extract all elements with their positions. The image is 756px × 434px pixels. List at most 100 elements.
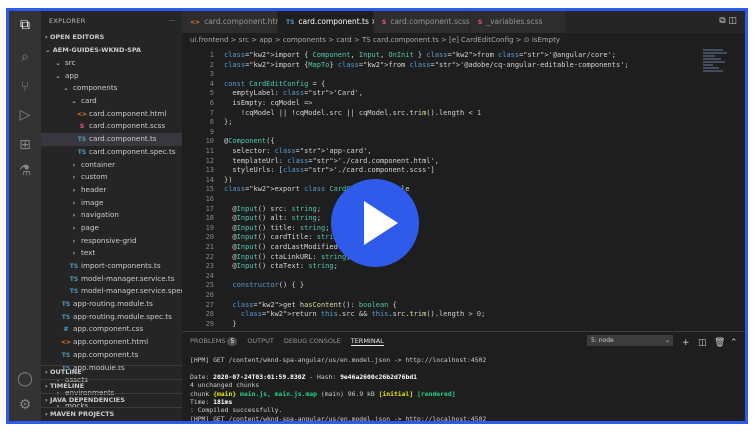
play-button[interactable] bbox=[331, 179, 419, 267]
tree-item[interactable]: TS model-manager.service.ts bbox=[41, 273, 182, 286]
line-number: 27 bbox=[205, 300, 214, 309]
sidebar-section-label: OUTLINE bbox=[49, 368, 82, 376]
tree-item-label: text bbox=[81, 248, 96, 258]
files-icon[interactable]: ⧉ bbox=[17, 17, 33, 33]
tree-item[interactable]: TS card.component.spec.ts bbox=[41, 146, 182, 159]
tree-item-label: card.component.scss bbox=[89, 121, 166, 131]
tree-item[interactable]: Scard.component.scss bbox=[41, 120, 182, 133]
tree-item[interactable]: › image bbox=[41, 197, 182, 210]
tree-item[interactable]: › container bbox=[41, 159, 182, 172]
terminal-line: Time: 181ms bbox=[190, 398, 233, 407]
tree-item[interactable]: TS app-routing.module.spec.ts bbox=[41, 311, 182, 324]
tree-item[interactable]: ⌄ card bbox=[41, 95, 182, 108]
trash-icon[interactable]: 🗑 bbox=[714, 334, 725, 352]
tree-item-label: image bbox=[81, 197, 104, 207]
problems-count-badge: 5 bbox=[227, 337, 238, 346]
tab-card-component-html[interactable]: <> card.component.html bbox=[182, 11, 285, 33]
search-icon[interactable]: ⌕ bbox=[17, 49, 33, 65]
code-line: @Input() title: string; bbox=[224, 223, 330, 232]
terminal-select[interactable]: 5: node ⌄ bbox=[587, 335, 673, 346]
file-tree: ⌄ src ⌄ app ⌄ components ⌄ card <> card.component… bbox=[41, 57, 182, 412]
sidebar-section-maven-projects[interactable]: › MAVEN PROJECTS bbox=[41, 407, 182, 421]
tree-item-label: card.component.html bbox=[89, 108, 167, 118]
sidebar-section-label: MAVEN PROJECTS bbox=[49, 410, 115, 418]
line-number: 13 bbox=[205, 166, 214, 175]
sidebar-section-outline[interactable]: › OUTLINE bbox=[41, 365, 182, 379]
tree-item-label: card.component.ts bbox=[89, 134, 157, 144]
split-terminal-icon[interactable]: ◫ bbox=[698, 334, 707, 352]
panel-tab-label: TERMINAL bbox=[350, 337, 384, 345]
sidebar-section-java-dependencies[interactable]: › JAVA DEPENDENCIES bbox=[41, 393, 182, 407]
panel-tab-output[interactable]: OUTPUT bbox=[247, 337, 274, 345]
explorer-title-text: EXPLORER bbox=[49, 17, 86, 25]
line-number: 8 bbox=[209, 118, 214, 127]
account-icon[interactable]: ◯ bbox=[17, 371, 33, 387]
settings-gear-icon[interactable]: ⚙ bbox=[17, 397, 33, 413]
add-terminal-icon[interactable]: + bbox=[682, 334, 690, 352]
tab-card-component-scss[interactable]: Scard.component.scss bbox=[374, 11, 470, 33]
tree-item[interactable]: › custom bbox=[41, 171, 182, 184]
tree-item-label: responsive-grid bbox=[81, 235, 137, 245]
line-number: 6 bbox=[209, 99, 214, 107]
tab--variables-scss[interactable]: S _variables.scss bbox=[470, 11, 566, 33]
tree-item[interactable]: ⌄ components bbox=[41, 82, 182, 95]
code-line: }) bbox=[224, 175, 233, 184]
terminal-line: Date: 2020-07-24T03:01:59.830Z - Hash: 9… bbox=[190, 372, 418, 381]
tree-item[interactable]: ⌄ app bbox=[41, 70, 182, 83]
code-editor[interactable]: 1 class="kw2">import { Component, Input, … bbox=[182, 47, 745, 331]
tree-item[interactable]: TS card.component.ts bbox=[41, 133, 182, 146]
breadcrumb[interactable]: ui.frontend > src > app > components > c… bbox=[182, 33, 745, 47]
code-line: const CardEditConfig = { bbox=[224, 79, 326, 88]
minimap[interactable] bbox=[703, 49, 727, 89]
tree-item-label: app.component.html bbox=[73, 337, 149, 347]
source-control-icon[interactable]: ⑂ bbox=[17, 79, 33, 95]
code-line: emptyLabel: class="str">'Card', bbox=[224, 89, 364, 98]
line-number: 21 bbox=[205, 243, 214, 251]
line-number: 16 bbox=[205, 195, 214, 203]
terminal-output[interactable]: [HPM] GET /content/wknd-spa-angular/us/e… bbox=[190, 356, 487, 423]
open-editors-section[interactable]: › OPEN EDITORS bbox=[41, 31, 182, 44]
project-section[interactable]: ⌄ AEM-GUIDES-WKND-SPA bbox=[41, 44, 182, 57]
tab-card-component-ts[interactable]: TScard.component.ts × bbox=[278, 11, 378, 33]
tree-item[interactable]: ⌄ src bbox=[41, 57, 182, 70]
editor-area: ⧉ ◫ <> card.component.html TS card.componen… bbox=[182, 11, 745, 421]
line-number: 10 bbox=[205, 137, 214, 146]
line-number: 14 bbox=[205, 175, 214, 184]
bottom-panel: PROBLEMS 5 OUTPUT DEBUG CONSOLE TERMINAL 5: n… bbox=[182, 331, 745, 423]
terminal-select-label: 5: node bbox=[591, 337, 614, 344]
tree-item[interactable]: TS app-routing.module.ts bbox=[41, 298, 182, 311]
more-actions-icon[interactable]: ··· bbox=[169, 11, 176, 31]
chevron-up-icon[interactable]: ⌃ bbox=[730, 334, 738, 352]
chevron-down-icon: ⌄ bbox=[664, 337, 670, 344]
panel-tab-label: OUTPUT bbox=[247, 337, 274, 345]
tree-item[interactable]: TSmodel-manager.service.spec.ts bbox=[41, 285, 182, 298]
tree-item-label: model-manager.service.ts bbox=[81, 273, 175, 283]
terminal-line: [HPM] GET /content/wknd-spa-angular/us/e… bbox=[190, 414, 487, 423]
tree-item[interactable]: › text bbox=[41, 247, 182, 260]
tree-item[interactable]: TS import-components.ts bbox=[41, 260, 182, 273]
tree-item[interactable]: › responsive-grid bbox=[41, 235, 182, 248]
panel-tab-problems[interactable]: PROBLEMS 5 bbox=[190, 337, 238, 346]
sidebar-section-timeline[interactable]: › TIMELINE bbox=[41, 379, 182, 393]
tree-item[interactable]: TS app.component.ts bbox=[41, 349, 182, 362]
tree-item[interactable]: <> app.component.html bbox=[41, 336, 182, 349]
tree-item[interactable]: <> card.component.html bbox=[41, 108, 182, 121]
tree-item-label: page bbox=[81, 222, 99, 232]
line-number: 20 bbox=[205, 233, 214, 242]
panel-tab-terminal[interactable]: TERMINAL bbox=[350, 337, 384, 346]
tree-item[interactable]: › header bbox=[41, 184, 182, 197]
tree-item[interactable]: › page bbox=[41, 222, 182, 235]
line-number: 7 bbox=[209, 108, 214, 117]
code-line: selector: class="str">'app-card', bbox=[224, 147, 372, 155]
tree-item[interactable]: # app.component.css bbox=[41, 323, 182, 336]
code-line: @Input() ctaText: string; bbox=[224, 262, 338, 271]
tree-item[interactable]: › navigation bbox=[41, 209, 182, 222]
line-number: 26 bbox=[205, 291, 214, 299]
run-debug-icon[interactable]: ▷ bbox=[17, 107, 33, 123]
panel-tab-debug-console[interactable]: DEBUG CONSOLE bbox=[284, 337, 341, 345]
test-icon[interactable]: ⚗ bbox=[17, 163, 33, 179]
tree-item-label: custom bbox=[81, 172, 108, 182]
extensions-icon[interactable]: ⊞ bbox=[17, 137, 33, 153]
split-editor-icon[interactable]: ⧉ ◫ bbox=[719, 16, 737, 26]
